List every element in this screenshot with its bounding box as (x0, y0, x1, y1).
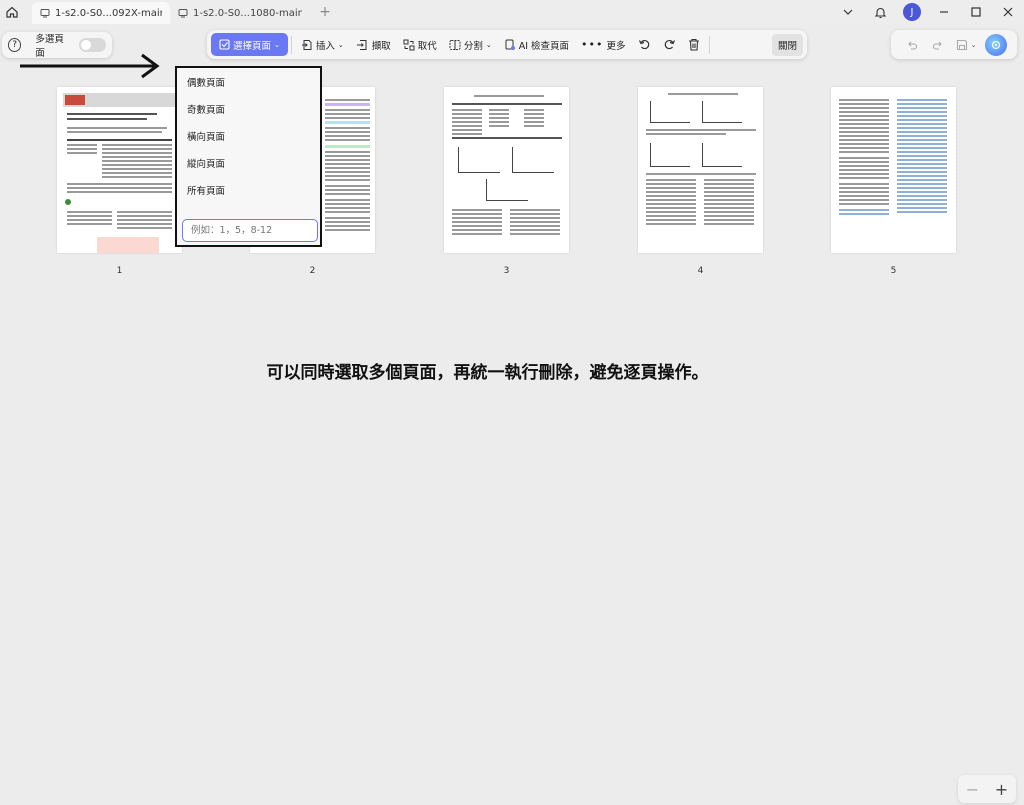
highlight-note (97, 237, 159, 253)
undo-button[interactable] (899, 39, 925, 51)
more-icon: ••• (581, 38, 604, 51)
new-tab-button[interactable]: + (314, 4, 336, 20)
instruction-caption: 可以同時選取多個頁面，再統一執行刪除，避免逐頁操作。 (266, 363, 709, 383)
page-number: 3 (503, 266, 510, 276)
delete-button[interactable] (682, 34, 706, 56)
ai-page-icon (504, 39, 516, 51)
title-bar: 1-s2.0-S0...092X-main 1-s2.0-S0...1080-m… (0, 0, 1024, 24)
figure-plot (650, 101, 690, 123)
maximize-icon[interactable] (960, 0, 992, 24)
figure-plot (512, 147, 554, 173)
ai-assistant-button[interactable] (985, 33, 1007, 56)
open-access-icon (65, 199, 71, 205)
redo-button[interactable] (925, 39, 951, 51)
more-button[interactable]: ••• 更多 (575, 34, 631, 56)
extract-icon (356, 39, 369, 51)
close-button[interactable]: 關閉 (771, 33, 803, 56)
chevron-down-icon: ⌄ (274, 40, 280, 49)
figure-plot (458, 147, 500, 173)
save-icon (956, 39, 967, 50)
document-icon (40, 8, 50, 18)
ai-check-pages-button[interactable]: AI 檢查頁面 (498, 34, 575, 56)
select-pages-icon (219, 39, 230, 50)
avatar: J (903, 3, 921, 21)
ai-check-label: AI 檢查頁面 (518, 40, 570, 52)
chevron-down-icon: ⌄ (337, 40, 344, 49)
split-label: 分割 (463, 40, 483, 52)
option-landscape-pages[interactable]: 橫向頁面 (177, 124, 320, 151)
page-number: 4 (697, 266, 704, 276)
journal-logo (65, 95, 85, 105)
ai-assistant-icon (991, 40, 1001, 49)
rotate-left-button[interactable] (632, 34, 657, 56)
extract-button[interactable]: 擷取 (350, 34, 397, 56)
home-icon (6, 6, 18, 18)
save-button[interactable]: ⌄ (951, 39, 981, 51)
option-even-pages[interactable]: 偶數頁面 (177, 70, 320, 97)
page-number: 5 (890, 266, 897, 276)
page-thumbnail-5[interactable] (831, 87, 956, 253)
user-avatar-button[interactable]: J (896, 0, 928, 24)
figure-plot (702, 143, 742, 167)
multi-select-toggle[interactable] (79, 38, 106, 52)
home-button[interactable] (0, 0, 24, 24)
bell-icon[interactable] (864, 0, 896, 24)
page-thumbnail-4[interactable] (638, 87, 763, 253)
chevron-down-icon[interactable] (832, 0, 864, 24)
annotation-arrow-icon (20, 53, 160, 79)
page-thumbnail-3[interactable] (444, 87, 569, 253)
zoom-in-button[interactable]: + (995, 780, 1008, 799)
chevron-down-icon: ⌄ (970, 40, 977, 49)
divider (708, 35, 710, 54)
history-bar: ⌄ (891, 30, 1017, 59)
extract-label: 擷取 (371, 40, 391, 52)
tab-label: 1-s2.0-S0...092X-main (55, 7, 162, 19)
select-pages-button[interactable]: 選擇頁面 ⌄ (211, 33, 288, 56)
replace-icon (403, 39, 415, 51)
trash-icon (688, 38, 699, 51)
replace-button[interactable]: 取代 (397, 34, 443, 56)
select-pages-label: 選擇頁面 (233, 40, 272, 52)
tab-document-2[interactable]: 1-s2.0-S0...1080-main (170, 2, 310, 24)
zoom-control: − + (958, 775, 1016, 803)
help-icon[interactable]: ? (8, 38, 22, 52)
page-number: 2 (309, 266, 316, 276)
figure-plot (702, 101, 742, 123)
page-range-input[interactable] (182, 219, 318, 242)
document-icon (178, 8, 188, 18)
option-portrait-pages[interactable]: 縱向頁面 (177, 151, 320, 178)
more-label: 更多 (606, 40, 626, 52)
redo-icon (932, 41, 942, 50)
split-button[interactable]: 分割 ⌄ (443, 34, 498, 56)
divider (290, 35, 292, 54)
zoom-out-button[interactable]: − (966, 780, 979, 799)
figure-plot (650, 143, 690, 167)
insert-button[interactable]: 插入 ⌄ (295, 34, 350, 56)
insert-page-icon (301, 39, 313, 51)
rotate-right-button[interactable] (657, 34, 682, 56)
page-toolbar: 選擇頁面 ⌄ 插入 ⌄ 擷取 取代 分割 ⌄ AI 檢查頁面 ••• 更多 關閉 (207, 30, 807, 59)
rotate-right-icon (664, 39, 675, 50)
option-odd-pages[interactable]: 奇數頁面 (177, 97, 320, 124)
minimize-icon[interactable] (928, 0, 960, 24)
tab-document-1[interactable]: 1-s2.0-S0...092X-main (32, 2, 170, 24)
undo-icon (908, 41, 918, 50)
page-thumbnail-1[interactable] (57, 87, 182, 253)
close-window-icon[interactable] (992, 0, 1024, 24)
replace-label: 取代 (417, 40, 437, 52)
page-number: 1 (116, 266, 123, 276)
rotate-left-icon (638, 39, 649, 50)
figure-plot (486, 179, 528, 201)
option-all-pages[interactable]: 所有頁面 (177, 178, 320, 205)
insert-label: 插入 (315, 40, 335, 52)
select-pages-dropdown: 偶數頁面 奇數頁面 橫向頁面 縱向頁面 所有頁面 (175, 66, 322, 247)
chevron-down-icon: ⌄ (485, 40, 492, 49)
split-icon (449, 39, 461, 51)
tab-label: 1-s2.0-S0...1080-main (193, 7, 302, 19)
